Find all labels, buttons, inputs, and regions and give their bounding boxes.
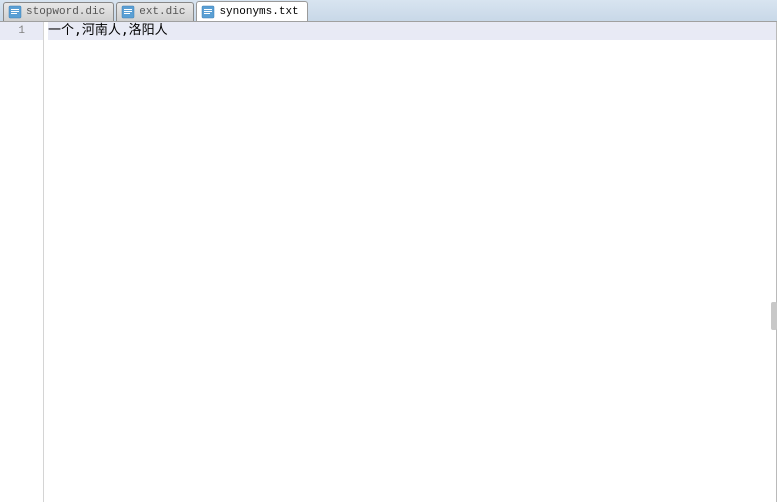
line-number: 1 bbox=[0, 22, 43, 40]
editor-container: 1 一个,河南人,洛阳人 bbox=[0, 22, 777, 502]
tab-stopword[interactable]: stopword.dic bbox=[3, 2, 114, 21]
tab-ext[interactable]: ext.dic bbox=[116, 2, 194, 21]
tab-bar: stopword.dic ext.dic synonyms.txt bbox=[0, 0, 777, 22]
file-icon bbox=[201, 5, 215, 19]
editor-text-area[interactable]: 一个,河南人,洛阳人 bbox=[44, 22, 776, 502]
tab-label: ext.dic bbox=[139, 6, 185, 18]
tab-label: stopword.dic bbox=[26, 6, 105, 18]
file-icon bbox=[121, 5, 135, 19]
line-number-gutter: 1 bbox=[0, 22, 44, 502]
editor-line: 一个,河南人,洛阳人 bbox=[48, 22, 776, 40]
scrollbar-thumb[interactable] bbox=[771, 302, 777, 330]
tab-label: synonyms.txt bbox=[219, 6, 298, 18]
file-icon bbox=[8, 5, 22, 19]
tab-synonyms[interactable]: synonyms.txt bbox=[196, 1, 307, 21]
